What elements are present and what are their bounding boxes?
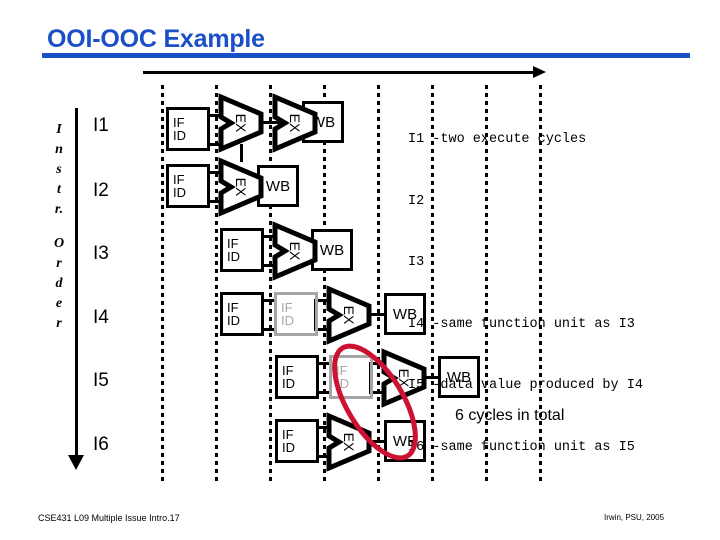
stage-i1-ex-2[interactable]: EX <box>272 93 318 153</box>
stage-i4-ifid-id: ID <box>227 313 240 328</box>
stage-i1-ifid[interactable]: IF ID <box>166 107 210 151</box>
total-cycles-note: 6 cycles in total <box>455 407 565 424</box>
stage-i5-ifid-id: ID <box>282 376 295 391</box>
stage-i2-ex-label: EX <box>233 177 249 197</box>
instr-label-i3: I3 <box>93 243 109 264</box>
axis-char-0: I <box>56 122 62 137</box>
axis-char-7: d <box>55 276 63 291</box>
stage-i1-ex-1-label: EX <box>233 113 249 133</box>
axis-char-8: e <box>55 296 63 311</box>
stage-i3-ifid-id: ID <box>227 249 240 264</box>
stage-i2-ifid-id: ID <box>173 185 186 200</box>
instr-label-i2: I2 <box>93 180 109 201</box>
cycle-divider-1 <box>161 85 164 482</box>
instr-order-axis-line <box>75 108 78 460</box>
stage-i5-stall-id: ID <box>336 376 349 391</box>
stage-i4-ex-label: EX <box>341 305 357 325</box>
title-underline <box>42 53 690 58</box>
stage-i4-stall-id: ID <box>281 313 294 328</box>
instr-label-i6: I6 <box>93 434 109 455</box>
stage-i3-ex[interactable]: EX <box>272 221 318 281</box>
stage-i6-ex[interactable]: EX <box>326 412 372 472</box>
stage-i4-ex[interactable]: EX <box>326 285 372 345</box>
stage-i1-ex-2-label: EX <box>287 113 303 133</box>
instr-order-arrowhead-icon <box>68 455 84 470</box>
stage-i4-ifid-stall: IF ID <box>274 292 318 336</box>
axis-char-spacer <box>48 220 70 234</box>
time-axis-arrowhead-icon <box>533 66 546 78</box>
instr-order-axis-label: I n s t r. O r d e r <box>48 120 70 334</box>
axis-char-5: O <box>53 236 65 251</box>
stage-i3-ex-label: EX <box>287 241 303 261</box>
axis-char-3: t <box>57 182 61 197</box>
stage-i5-ifid-stall: IF ID <box>329 355 373 399</box>
stage-i1-ex-1[interactable]: EX <box>218 93 264 153</box>
page-title: OOI-OOC Example <box>47 25 265 53</box>
stage-i6-ifid[interactable]: IF ID <box>275 419 319 463</box>
stage-i4-ifid[interactable]: IF ID <box>220 292 264 336</box>
instr-label-i5: I5 <box>93 370 109 391</box>
stage-i2-ex[interactable]: EX <box>218 157 264 217</box>
axis-char-1: n <box>55 142 63 157</box>
note-line-1: I1 -two execute cycles <box>408 132 587 147</box>
axis-char-9: r <box>56 316 62 331</box>
slide-canvas: OOI-OOC Example I n s t r. O r d e r I1 … <box>0 0 720 540</box>
stage-i1-ifid-id: ID <box>173 128 186 143</box>
time-axis-line <box>143 71 535 74</box>
note-line-2: I2 <box>408 193 425 209</box>
instruction-notes: I1 -two execute cycles I2 I3 I4 -same fu… <box>408 89 643 499</box>
stage-i5-ifid[interactable]: IF ID <box>275 355 319 399</box>
stage-i6-ifid-id: ID <box>282 440 295 455</box>
footer-right-text: Irwin, PSU, 2005 <box>604 513 665 522</box>
instr-label-i1: I1 <box>93 115 109 136</box>
stage-i2-ifid[interactable]: IF ID <box>166 164 210 208</box>
axis-char-6: r <box>56 256 62 271</box>
axis-char-2: s <box>56 162 62 177</box>
note-line-4: I4 -same function unit as I3 <box>408 316 635 332</box>
note-line-5: I5 -data value produced by I4 <box>408 378 643 393</box>
axis-char-4: r. <box>54 202 64 217</box>
note-line-6: I6 -same function unit as I5 <box>408 439 635 455</box>
note-line-3: I3 <box>408 255 425 270</box>
stage-i6-ex-label: EX <box>341 432 357 452</box>
instr-label-i4: I4 <box>93 307 109 328</box>
footer-left-text: CSE431 L09 Multiple Issue Intro.17 <box>38 513 180 523</box>
stage-i3-ifid[interactable]: IF ID <box>220 228 264 272</box>
